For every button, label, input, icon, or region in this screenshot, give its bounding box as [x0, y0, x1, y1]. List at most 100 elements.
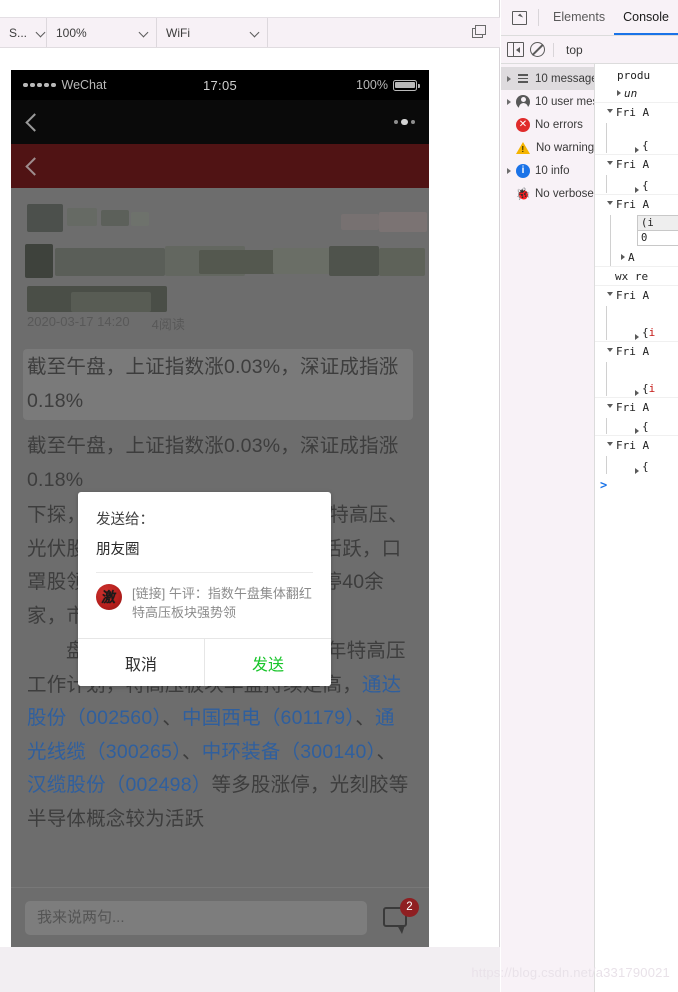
filter-label: No errors [535, 118, 583, 131]
chevron-down-icon[interactable] [607, 291, 613, 296]
log-entry[interactable]: { [595, 121, 678, 154]
back-icon[interactable] [25, 116, 38, 129]
log-text: Fri A [616, 344, 650, 358]
bottom-strip [0, 947, 500, 992]
log-text: A [628, 250, 635, 264]
device-select-label: S... [9, 25, 28, 40]
cancel-button[interactable]: 取消 [78, 639, 205, 686]
console-prompt[interactable]: > [595, 475, 678, 492]
log-text: { [642, 178, 649, 192]
share-dialog-title: 发送给： [96, 512, 154, 528]
inspect-element-icon[interactable] [505, 0, 533, 35]
log-entry[interactable]: { [595, 173, 678, 194]
chevron-down-icon[interactable] [607, 347, 613, 352]
chevron-down-icon[interactable] [607, 441, 613, 446]
log-entry[interactable]: {i [595, 304, 678, 341]
divider [96, 572, 313, 573]
chevron-right-icon [507, 75, 511, 82]
log-entry[interactable]: A [615, 248, 678, 266]
devtools-panel: Elements Console top 10 messages 10 user… [501, 0, 678, 992]
zoom-select[interactable]: 100% [47, 18, 157, 47]
article-reads: 4阅读 [151, 317, 185, 332]
filter-errors[interactable]: ✕ No errors [501, 113, 594, 136]
console-table[interactable]: (i 0 [637, 215, 678, 246]
stock-link[interactable]: 汉缆股份（002498） [27, 774, 211, 796]
chevron-right-icon[interactable] [635, 389, 639, 396]
chevron-right-icon[interactable] [635, 146, 639, 153]
network-throttle-select[interactable]: WiFi [157, 18, 268, 47]
chevron-right-icon[interactable] [635, 333, 639, 340]
chevron-down-icon [37, 28, 46, 37]
log-entry[interactable]: { [595, 454, 678, 475]
comment-bar: 2 [11, 887, 429, 947]
dual-screen-icon[interactable] [470, 24, 488, 42]
log-group[interactable]: Fri A [595, 341, 678, 360]
filter-label: No warnings [536, 141, 595, 154]
log-group-body: (i 0 A [610, 215, 678, 266]
filter-user-messages[interactable]: 10 user mes... [501, 90, 594, 113]
app-root: S... 100% WiFi WeChat 17:05 100% 2020-03… [0, 0, 678, 992]
filter-verbose[interactable]: 🐞 No verbose [501, 182, 594, 205]
log-text: Fri A [616, 197, 650, 211]
console-log-list[interactable]: produ un Fri A { Fri A { Fri A (i 0 A wx… [595, 64, 678, 992]
chevron-right-icon[interactable] [617, 89, 621, 96]
chevron-down-icon[interactable] [607, 200, 613, 205]
bug-icon: 🐞 [515, 186, 531, 201]
article-paragraph-selected: 截至午盘，上证指数涨0.03%，深证成指涨0.18% [23, 349, 413, 428]
log-entry[interactable]: {i [595, 360, 678, 397]
article-header: 2020-03-17 14:20 4阅读 [11, 188, 429, 341]
chevron-right-icon[interactable] [635, 186, 639, 193]
clear-console-icon[interactable] [530, 42, 545, 57]
table-cell: 0 [641, 232, 648, 244]
error-icon: ✕ [516, 117, 530, 132]
comment-bubble-icon[interactable]: 2 [381, 897, 419, 935]
filter-info[interactable]: i 10 info [501, 159, 594, 182]
chevron-down-icon[interactable] [607, 160, 613, 165]
share-dialog-actions: 取消 发送 [78, 638, 331, 686]
article-date: 2020-03-17 14:20 [27, 314, 130, 329]
log-entry[interactable]: wx re [595, 266, 678, 285]
toolbar-spacer [268, 18, 500, 47]
filter-warnings[interactable]: No warnings [501, 136, 594, 159]
chevron-down-icon[interactable] [607, 403, 613, 408]
log-group[interactable]: Fri A [595, 102, 678, 121]
chevron-right-icon[interactable] [635, 427, 639, 434]
chevron-right-icon[interactable] [621, 253, 625, 260]
chevron-down-icon[interactable] [607, 108, 613, 113]
execution-context-select[interactable]: top [562, 43, 583, 57]
info-icon: i [516, 163, 530, 178]
divider [538, 9, 539, 26]
toggle-sidebar-icon[interactable] [507, 42, 524, 57]
log-group[interactable]: Fri A [595, 154, 678, 173]
article-meta: 2020-03-17 14:20 4阅读 [27, 314, 185, 333]
filter-all-messages[interactable]: 10 messages [501, 67, 594, 90]
back-icon[interactable] [25, 160, 38, 173]
log-group[interactable]: Fri A [595, 285, 678, 304]
log-entry[interactable]: produ [595, 66, 678, 84]
selection-highlight: 截至午盘，上证指数涨0.03%，深证成指涨0.18% [23, 349, 413, 420]
more-dots-icon[interactable] [393, 118, 415, 126]
chevron-right-icon[interactable] [635, 467, 639, 474]
share-link-preview: 激 [链接] 午评：指数午盘集体翻红特高压板块强势领 [96, 584, 313, 638]
send-button[interactable]: 发送 [205, 639, 331, 686]
device-select[interactable]: S... [0, 18, 47, 47]
log-entry[interactable]: un [595, 84, 678, 102]
chevron-right-icon [507, 98, 511, 105]
log-group[interactable]: Fri A [595, 194, 678, 213]
log-text: wx re [615, 269, 649, 283]
log-group[interactable]: Fri A [595, 397, 678, 416]
share-dialog: 发送给： 朋友圈 激 [链接] 午评：指数午盘集体翻红特高压板块强势领 取消 发… [78, 492, 331, 686]
warning-icon [516, 141, 530, 154]
comment-input[interactable] [25, 900, 367, 935]
zoom-select-label: 100% [56, 25, 87, 40]
stock-link[interactable]: 中国西电（601179） [182, 707, 355, 729]
console-subbar: top [501, 36, 678, 64]
log-group[interactable]: Fri A [595, 435, 678, 454]
log-entry[interactable]: { [595, 416, 678, 435]
log-text: { [642, 138, 649, 152]
tab-elements[interactable]: Elements [544, 0, 614, 35]
log-text: Fri A [616, 288, 650, 302]
stock-link[interactable]: 中环装备（300140） [202, 741, 377, 763]
network-select-label: WiFi [166, 25, 190, 40]
tab-console[interactable]: Console [614, 0, 678, 35]
